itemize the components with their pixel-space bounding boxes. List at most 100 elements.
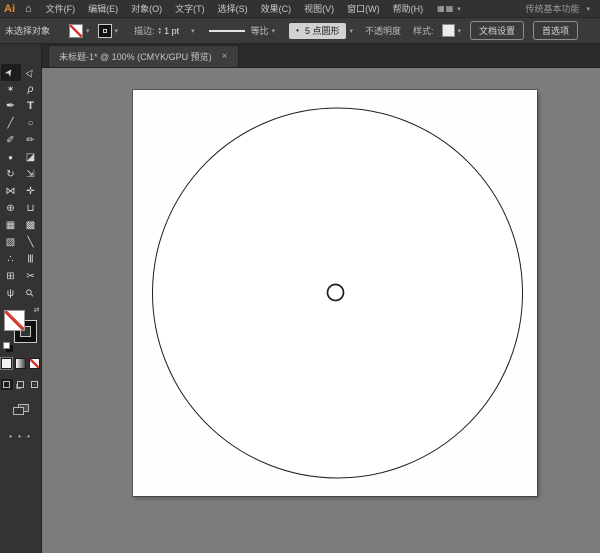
- control-bar: 未选择对象 ▾ ▾ 描边: ▴ ▾ 1 pt ▾ 等比 ▾ • 5 点圆形 ▾ …: [0, 18, 600, 44]
- arrange-documents-icon[interactable]: ▦▦: [437, 4, 454, 13]
- menu-item[interactable]: 编辑(E): [88, 2, 118, 15]
- menu-item[interactable]: 窗口(W): [347, 2, 380, 15]
- none-button[interactable]: [29, 358, 40, 369]
- edit-toolbar-button[interactable]: • • •: [9, 432, 32, 441]
- chevron-down-icon[interactable]: ▾: [115, 27, 119, 35]
- line-segment-icon: ╱: [7, 119, 13, 129]
- close-tab-icon[interactable]: ×: [222, 51, 228, 62]
- pen-icon: ✒: [6, 101, 15, 112]
- tool-width[interactable]: ⋈: [1, 183, 21, 200]
- eyedropper-icon: ╲: [27, 238, 33, 248]
- draw-normal-button[interactable]: [1, 379, 13, 390]
- magic-wand-icon: ✶: [7, 85, 15, 94]
- document-tab[interactable]: 未标题-1* @ 100% (CMYK/GPU 预览) ×: [48, 45, 239, 67]
- direct-selection-icon: ▷: [25, 67, 36, 78]
- tool-grid: ➤ ▷ ✶ ρ ✒ T ╱ ○ ✐ ✏ ● ◪ ↻⇲⋈✛ ⊕ ⊔ ▦ ▩▧ ╲ ∴ Ⅲ ⊞ ✂ ψ ⚲: [1, 64, 41, 302]
- small-circle[interactable]: [328, 285, 344, 301]
- style-label: 样式:: [413, 24, 434, 37]
- style-swatch[interactable]: [442, 24, 455, 37]
- gradient-button[interactable]: [15, 358, 26, 369]
- tool-zoom[interactable]: ⚲: [21, 285, 41, 302]
- color-button[interactable]: [1, 358, 12, 369]
- stroke-control[interactable]: ▾: [98, 24, 119, 38]
- fill-none-swatch[interactable]: [4, 310, 25, 331]
- chevron-down-icon[interactable]: ▾: [86, 27, 90, 35]
- tool-lasso[interactable]: ρ: [21, 81, 41, 98]
- slice-icon: ✂: [26, 272, 34, 282]
- tool-eyedropper[interactable]: ╲: [21, 234, 41, 251]
- menu-item[interactable]: 帮助(H): [393, 2, 424, 15]
- home-icon[interactable]: ⌂: [25, 3, 32, 15]
- blob-brush-icon: ●: [8, 154, 13, 162]
- menu-item[interactable]: 效果(C): [261, 2, 292, 15]
- tool-direct-selection[interactable]: ▷: [21, 64, 41, 81]
- tool-eraser[interactable]: ◪: [21, 149, 41, 166]
- document-setup-button[interactable]: 文档设置: [470, 21, 524, 40]
- menu-bar: Ai ⌂ 文件(F)编辑(E)对象(O)文字(T)选择(S)效果(C)视图(V)…: [0, 0, 600, 18]
- menu-item[interactable]: 选择(S): [218, 2, 248, 15]
- no-fill-swatch-icon[interactable]: [69, 24, 83, 38]
- screen-mode-button[interactable]: [13, 404, 29, 416]
- tool-gradient[interactable]: ▧: [1, 234, 21, 251]
- tool-column-graph[interactable]: Ⅲ: [21, 251, 41, 268]
- stroke-swatch-icon[interactable]: [98, 24, 112, 38]
- tool-slice[interactable]: ✂: [21, 268, 41, 285]
- draw-inside-button[interactable]: [29, 379, 41, 390]
- menu-item[interactable]: 文字(T): [175, 2, 205, 15]
- stepper-down-icon[interactable]: ▾: [159, 31, 162, 35]
- opacity-label[interactable]: 不透明度: [365, 24, 401, 37]
- tool-ellipse[interactable]: ○: [21, 115, 41, 132]
- tool-line-segment[interactable]: ╱: [1, 115, 21, 132]
- hand-icon: ψ: [7, 289, 14, 299]
- tool-magic-wand[interactable]: ✶: [1, 81, 21, 98]
- tool-artboard[interactable]: ⊞: [1, 268, 21, 285]
- tool-paintbrush[interactable]: ✐: [1, 132, 21, 149]
- eraser-icon: ◪: [26, 153, 35, 163]
- brush-dropdown[interactable]: • 5 点圆形: [289, 23, 346, 39]
- tool-selection[interactable]: ➤: [1, 64, 21, 81]
- preferences-button[interactable]: 首选项: [533, 21, 578, 40]
- chevron-down-icon: ▾: [586, 5, 590, 13]
- tool-symbol-sprayer[interactable]: ∴: [1, 251, 21, 268]
- tool-mesh[interactable]: ▩: [21, 217, 41, 234]
- tool-puppet-warp[interactable]: ✛: [21, 183, 41, 200]
- default-fill-stroke-icon[interactable]: [3, 342, 10, 349]
- tool-shape-builder[interactable]: ⊕: [1, 200, 21, 217]
- chevron-down-icon[interactable]: ▾: [457, 5, 461, 13]
- perspective-grid-icon: ▦: [6, 221, 15, 231]
- tool-pen[interactable]: ✒: [1, 98, 21, 115]
- tool-perspective-grid[interactable]: ▦: [1, 217, 21, 234]
- draw-behind-button[interactable]: [15, 379, 27, 390]
- symbol-sprayer-icon: ∴: [7, 255, 13, 265]
- ellipse-icon: ○: [27, 119, 33, 129]
- stroke-weight-stepper[interactable]: ▴ ▾: [159, 27, 162, 35]
- screen-mode-icon: [13, 407, 24, 415]
- swap-fill-stroke-icon[interactable]: ⇄: [34, 306, 40, 314]
- menu-items: 文件(F) 编辑(E) 对象(O) 文字(T) 选择(S) 效果(C) 视图(V) 窗口(W)…: [46, 2, 424, 15]
- tools-panel: ➤ ▷ ✶ ρ ✒ T ╱ ○ ✐ ✏ ● ◪ ↻⇲⋈✛ ⊕ ⊔ ▦ ▩▧ ╲ ∴ Ⅲ ⊞ ✂ ψ ⚲ ⇄ • • •: [0, 44, 42, 553]
- tool-scale[interactable]: ⇲: [21, 166, 41, 183]
- chevron-down-icon[interactable]: ▾: [191, 27, 195, 35]
- fill-control[interactable]: ▾: [69, 24, 90, 38]
- tool-blob-brush[interactable]: ●: [1, 149, 21, 166]
- lasso-icon: ρ: [28, 85, 34, 95]
- stroke-weight-value[interactable]: 1 pt: [164, 26, 179, 36]
- column-graph-icon: Ⅲ: [27, 254, 33, 264]
- stroke-weight-label: 描边:: [134, 24, 155, 37]
- paintbrush-icon: ✐: [6, 136, 14, 146]
- shape-builder-icon: ⊕: [6, 204, 14, 214]
- canvas-area[interactable]: [42, 68, 600, 553]
- menu-item[interactable]: 文件(F): [46, 2, 76, 15]
- menu-item[interactable]: 视图(V): [304, 2, 334, 15]
- chevron-down-icon[interactable]: ▾: [458, 27, 462, 35]
- chevron-down-icon[interactable]: ▾: [349, 27, 353, 35]
- tool-hand[interactable]: ψ: [1, 285, 21, 302]
- tool-rotate[interactable]: ↻: [1, 166, 21, 183]
- workspace-switcher[interactable]: 传统基本功能 ▾: [525, 2, 590, 15]
- tool-pencil[interactable]: ✏: [21, 132, 41, 149]
- menu-item[interactable]: 对象(O): [131, 2, 162, 15]
- tool-live-paint-bucket[interactable]: ⊔: [21, 200, 41, 217]
- width-profile-dropdown[interactable]: 等比 ▾: [209, 24, 276, 37]
- artboard[interactable]: [133, 90, 537, 496]
- tool-type[interactable]: T: [21, 98, 41, 115]
